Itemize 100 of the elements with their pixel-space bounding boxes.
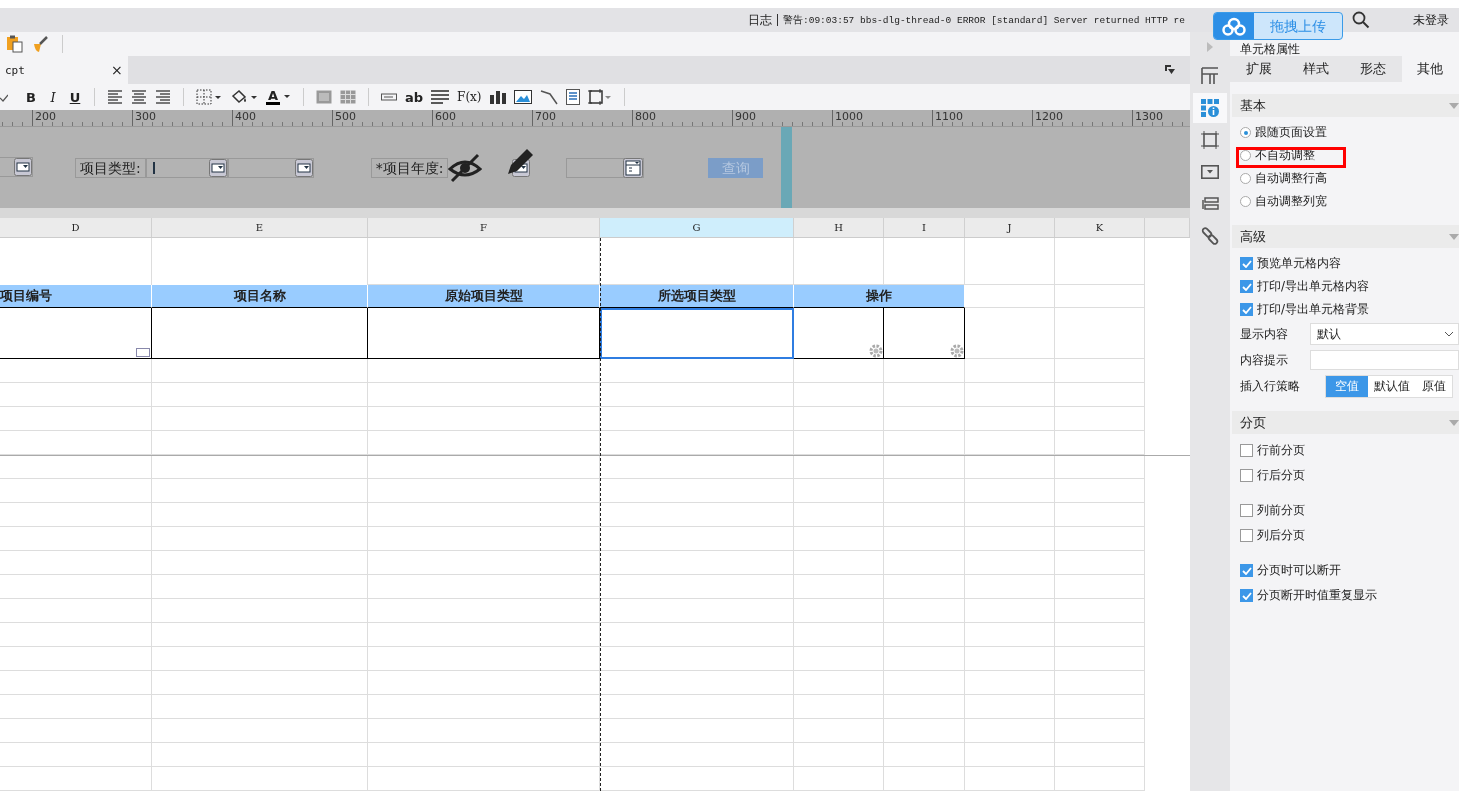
combo-field[interactable] xyxy=(227,157,314,178)
gear-icon[interactable] xyxy=(950,344,964,358)
checkbox[interactable] xyxy=(1240,529,1253,542)
cell-info-icon xyxy=(1201,99,1219,117)
login-link[interactable]: 未登录 xyxy=(1413,11,1449,29)
lines-icon[interactable] xyxy=(431,90,450,104)
checkbox[interactable] xyxy=(1240,257,1253,270)
radio-button[interactable] xyxy=(1240,150,1251,161)
panel-title: 单元格属性 xyxy=(1239,42,1301,56)
underline-button[interactable]: U xyxy=(68,89,82,105)
side-tab[interactable] xyxy=(1193,93,1227,123)
ruler-label: 800 xyxy=(635,110,656,123)
italic-button[interactable]: I xyxy=(46,89,60,105)
ruler-label: 500 xyxy=(335,110,356,123)
option-label: 自动调整列宽 xyxy=(1255,193,1327,210)
eye-slash-icon[interactable] xyxy=(448,152,483,183)
table-cell[interactable] xyxy=(0,308,152,359)
radio-button[interactable] xyxy=(1240,173,1251,184)
align-icon[interactable] xyxy=(107,90,123,104)
log-label[interactable]: 日志 xyxy=(748,14,778,26)
checkbox[interactable] xyxy=(1240,589,1253,602)
align-icon[interactable] xyxy=(131,90,147,104)
caret-icon xyxy=(1449,233,1459,240)
table-cell[interactable] xyxy=(368,308,600,359)
checkbox[interactable] xyxy=(1240,280,1253,293)
ruler-label: 600 xyxy=(435,110,456,123)
caret-icon[interactable] xyxy=(283,94,291,100)
font-color-button[interactable]: A xyxy=(266,89,280,105)
table-header-cell: 操作 xyxy=(794,285,965,308)
column-header[interactable]: I xyxy=(884,218,965,237)
chevron-icon xyxy=(1444,331,1454,337)
column-header[interactable]: E xyxy=(152,218,368,237)
log-message: 警告:09:03:57 bbs-dlg-thread-0 ERROR [standard] Server returned HTTP re xyxy=(783,13,1185,27)
radio-button[interactable] xyxy=(1240,196,1251,207)
text-button[interactable]: ab xyxy=(405,89,424,105)
column-header[interactable]: D xyxy=(0,218,152,237)
dropdown-field[interactable]: 默认 xyxy=(1310,323,1459,345)
frame-icon[interactable] xyxy=(587,89,612,105)
checkbox[interactable] xyxy=(1240,469,1253,482)
ruler-label: 1000 xyxy=(835,110,863,123)
ruler-label: 1100 xyxy=(935,110,963,123)
panel-tab[interactable]: 其他 xyxy=(1401,56,1459,82)
slash-icon[interactable] xyxy=(539,89,558,105)
search-icon[interactable] xyxy=(1352,11,1370,29)
merge-cells-icon[interactable] xyxy=(316,90,332,104)
gear-icon[interactable] xyxy=(869,344,883,358)
section-header[interactable]: 基本 xyxy=(1232,94,1459,117)
table-cell[interactable] xyxy=(600,308,794,359)
section-header[interactable]: 分页 xyxy=(1232,411,1459,434)
option-label: 列前分页 xyxy=(1257,502,1305,519)
column-header[interactable]: K xyxy=(1055,218,1145,237)
calendar-icon[interactable] xyxy=(623,157,644,178)
option-label: 分页时可以断开 xyxy=(1257,562,1341,579)
section-header[interactable]: 高级 xyxy=(1232,225,1459,248)
cell-marker-icon xyxy=(136,348,150,357)
close-button[interactable]: × xyxy=(111,62,123,78)
checkbox[interactable] xyxy=(1240,444,1253,457)
ruler-label: 700 xyxy=(535,110,556,123)
field-label: *项目年度: xyxy=(370,157,449,178)
fill-bucket-icon[interactable] xyxy=(230,89,258,105)
align-icon[interactable] xyxy=(155,90,171,104)
expand-icon[interactable] xyxy=(1164,64,1176,76)
ruler-label: 1300 xyxy=(1135,110,1163,123)
combo-field[interactable] xyxy=(0,156,33,177)
image-icon[interactable] xyxy=(513,90,532,104)
panel-tab[interactable]: 扩展 xyxy=(1230,56,1288,82)
column-header[interactable]: J xyxy=(965,218,1055,237)
field-label: 插入行策略 xyxy=(1240,377,1301,395)
paste-icon[interactable] xyxy=(6,35,24,53)
combo-field[interactable] xyxy=(145,157,228,178)
bar-chart-icon[interactable] xyxy=(489,90,506,104)
panel-tab[interactable]: 样式 xyxy=(1287,56,1345,82)
hint-input-field[interactable] xyxy=(1310,350,1459,370)
checkbox[interactable] xyxy=(1240,303,1253,316)
table-cell[interactable] xyxy=(794,308,884,359)
date-field[interactable] xyxy=(566,157,645,178)
checkbox[interactable] xyxy=(1240,504,1253,517)
field-label: 显示内容 xyxy=(1240,325,1289,343)
radio-button[interactable] xyxy=(1240,127,1251,138)
border-icon[interactable] xyxy=(196,89,222,105)
caret-icon xyxy=(1449,102,1459,109)
table-cell[interactable] xyxy=(884,308,965,359)
dropdown-widget-icon xyxy=(1201,165,1219,179)
formula-button[interactable]: F(x) xyxy=(457,90,482,104)
ruler-label: 900 xyxy=(735,110,756,123)
checkbox[interactable] xyxy=(1240,564,1253,577)
panel-tab[interactable]: 形态 xyxy=(1344,56,1402,82)
option-label: 行前分页 xyxy=(1257,442,1305,459)
text-field-icon[interactable] xyxy=(381,93,397,101)
table-cell[interactable] xyxy=(152,308,368,359)
link-icon xyxy=(1201,227,1219,245)
field-label: 内容提示 xyxy=(1240,351,1289,369)
bold-button[interactable]: B xyxy=(24,89,38,105)
table-header-cell: 项目编号 xyxy=(0,285,152,308)
segment-button[interactable]: 原值 xyxy=(1416,375,1452,397)
brush-icon[interactable] xyxy=(32,35,50,53)
segment-button[interactable]: 默认值 xyxy=(1368,375,1416,397)
document-icon[interactable] xyxy=(565,89,580,105)
column-header[interactable]: G xyxy=(600,218,794,237)
column-header[interactable]: H xyxy=(794,218,884,237)
